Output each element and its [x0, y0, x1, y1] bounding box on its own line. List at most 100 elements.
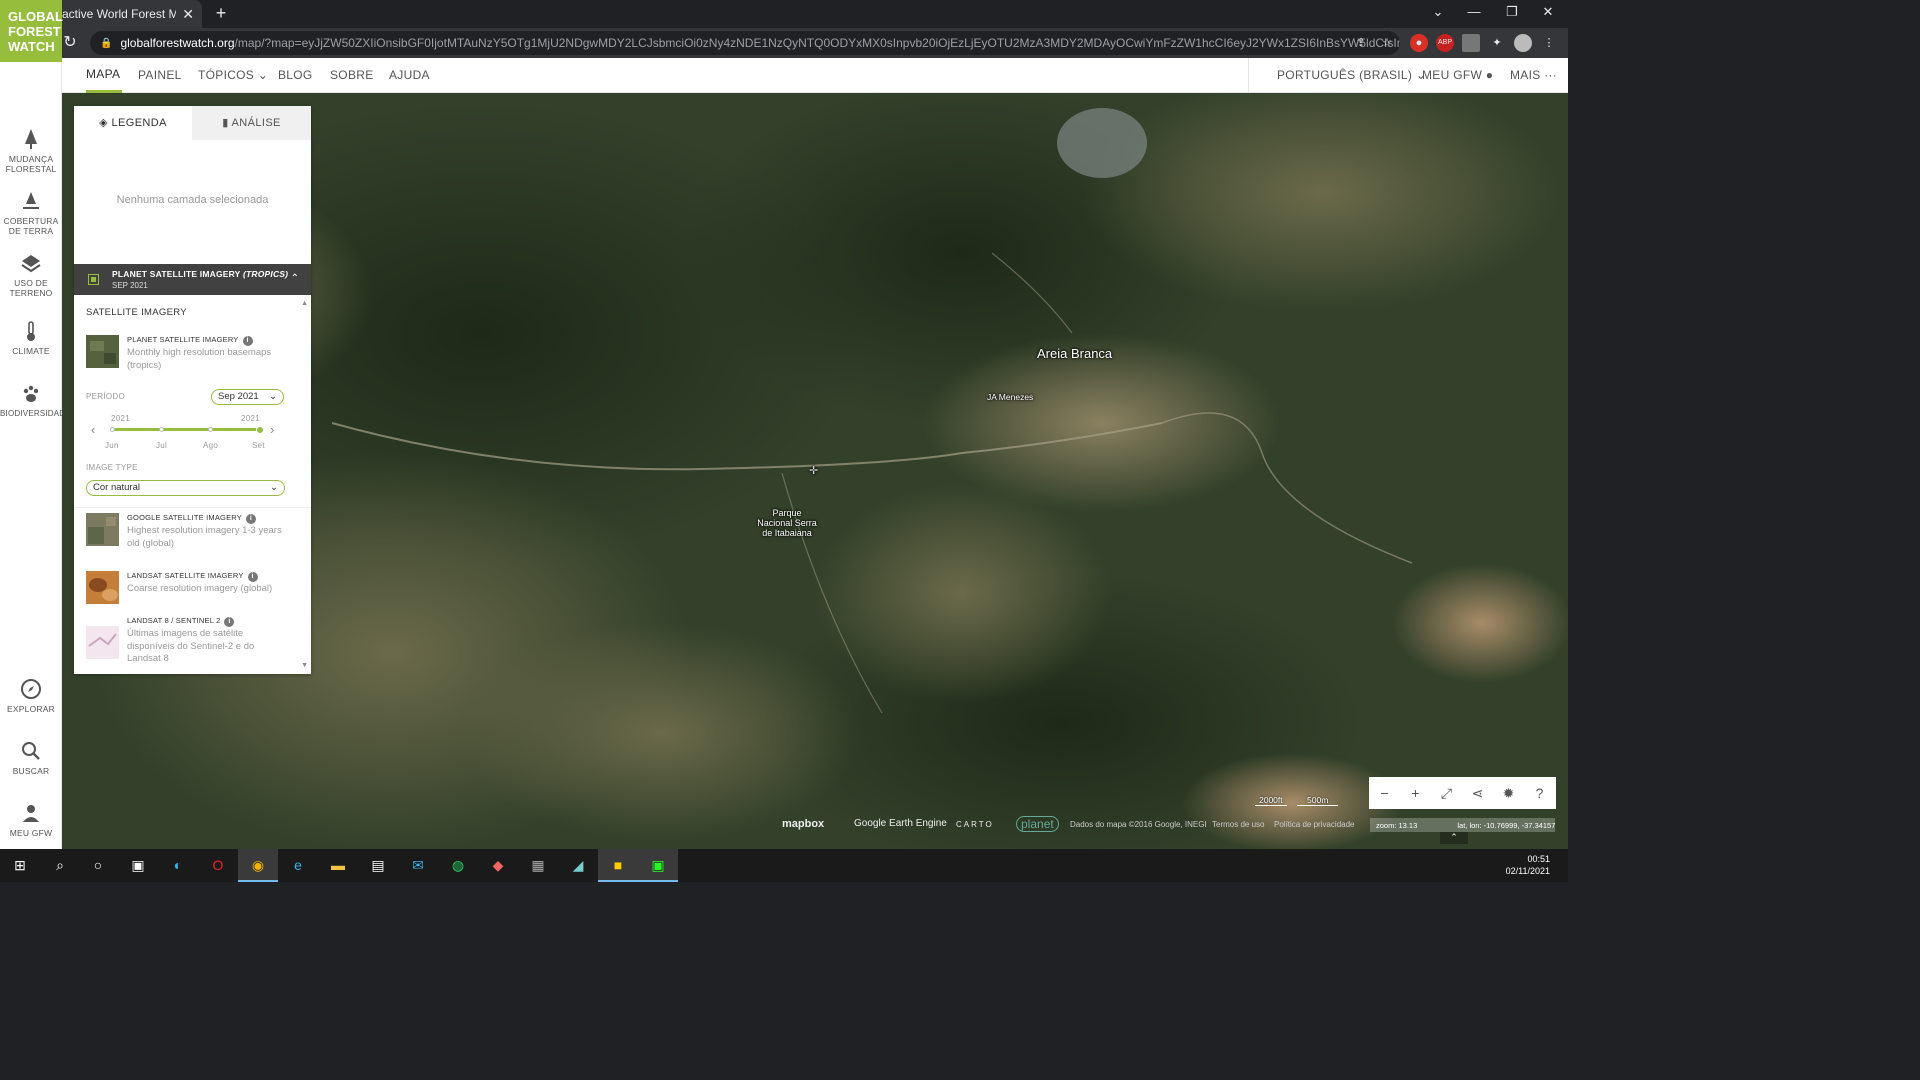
tab-legend[interactable]: ◈ LEGENDA — [74, 106, 192, 140]
zoom-out-button[interactable]: − — [1369, 777, 1400, 809]
opera-icon[interactable]: O — [198, 849, 238, 882]
browser-menu-icon[interactable]: ⋮ — [1540, 34, 1558, 52]
period-select[interactable]: Sep 2021 ⌄ — [211, 389, 284, 405]
info-icon[interactable]: i — [224, 617, 235, 627]
store-icon[interactable]: ▤ — [358, 849, 398, 882]
scroll-up-icon[interactable]: ▲ — [301, 300, 308, 307]
minimize-window-button[interactable]: — — [1462, 4, 1486, 19]
edge-icon[interactable]: ◐ — [158, 849, 198, 882]
nav-ajuda[interactable]: AJUDA — [389, 58, 430, 93]
info-icon[interactable]: i — [245, 514, 256, 524]
timeline-dot[interactable] — [208, 427, 214, 432]
zoom-in-button[interactable]: + — [1400, 777, 1431, 809]
bookmark-star-icon[interactable]: ☆ — [1378, 34, 1396, 52]
mail-icon[interactable]: ✉ — [398, 849, 438, 882]
nav-painel[interactable]: PAINEL — [138, 58, 182, 93]
address-bar[interactable]: 🔒 globalforestwatch.org /map/?map=eyJjZW… — [90, 31, 1400, 55]
scroll-down-icon[interactable]: ▼ — [301, 662, 308, 669]
bar-chart-icon: ▮ — [222, 117, 229, 129]
whatsapp-icon[interactable]: ◍ — [438, 849, 478, 882]
help-icon[interactable]: ? — [1524, 777, 1555, 809]
layer-option-google[interactable]: GOOGLE SATELLITE IMAGERY i Highest resolu… — [86, 513, 301, 553]
sidebar-item-forest-change[interactable]: MUDANÇA FLORESTAL — [0, 128, 62, 174]
google-earth-engine-logo[interactable]: Google Earth Engine — [854, 818, 947, 829]
nav-topicos-label: TÓPICOS — [198, 68, 255, 82]
sidebar-explore-button[interactable]: EXPLORAR — [0, 678, 62, 714]
mapbox-logo[interactable]: mapbox — [782, 818, 824, 830]
expand-chevron-icon[interactable]: ⌃ — [1440, 832, 1468, 844]
my-gfw-link[interactable]: MEU GFW ● — [1422, 58, 1493, 93]
new-tab-button[interactable]: + — [210, 3, 232, 24]
close-window-button[interactable]: ✕ — [1536, 4, 1560, 20]
nav-sobre[interactable]: SOBRE — [330, 58, 374, 93]
timeline-dot[interactable] — [109, 427, 115, 432]
reload-icon[interactable]: ↻ — [60, 32, 80, 52]
sidebar-label: MEU GFW — [9, 828, 53, 838]
carto-logo[interactable]: CARTO — [956, 820, 994, 829]
gfw-logo[interactable]: GLOBAL FOREST WATCH — [0, 0, 63, 62]
sidebar-item-land-use[interactable]: USO DE TERRENO — [0, 252, 62, 298]
share-icon[interactable]: ⋖ — [1462, 777, 1493, 809]
extension-grey-icon[interactable] — [1462, 34, 1480, 52]
info-icon[interactable]: i — [242, 336, 253, 346]
close-tab-icon[interactable]: ✕ — [182, 6, 194, 23]
calculator-icon[interactable]: ▦ — [518, 849, 558, 882]
restore-window-button[interactable]: ❐ — [1500, 4, 1524, 20]
nav-topicos[interactable]: TÓPICOS ⌄ — [198, 58, 268, 93]
image-type-select[interactable]: Cor natural ⌄ — [86, 480, 285, 496]
compass-icon — [21, 679, 41, 699]
sticky-notes-icon[interactable]: ■ — [598, 849, 638, 882]
timeline-dot[interactable] — [158, 427, 164, 432]
info-icon[interactable]: i — [247, 572, 258, 582]
privacy-link[interactable]: Política de privacidade — [1274, 820, 1355, 829]
basemap-checkbox[interactable] — [88, 274, 99, 285]
layer-option-planet[interactable]: PLANET SATELLITE IMAGERY i Monthly high r… — [86, 335, 301, 375]
timeline-month: Jul — [156, 441, 168, 450]
internet-explorer-icon[interactable]: e — [278, 849, 318, 882]
notes-icon[interactable]: ◢ — [558, 849, 598, 882]
settings-gear-icon[interactable]: ✹ — [1493, 777, 1524, 809]
terms-link[interactable]: Termos de uso — [1212, 820, 1264, 829]
adblock-extension-icon[interactable]: ABP — [1436, 34, 1454, 52]
extension-red-icon[interactable]: ● — [1410, 34, 1428, 52]
sidebar-item-climate[interactable]: CLIMATE — [0, 320, 62, 356]
timeline-next-icon[interactable]: › — [270, 422, 274, 437]
nav-blog[interactable]: BLOG — [278, 58, 313, 93]
language-selector[interactable]: PORTUGUÊS (BRASIL) ⌄ — [1277, 58, 1426, 93]
basemap-header[interactable]: PLANET SATELLITE IMAGERY (TROPICS) SEP 2… — [74, 264, 311, 295]
cortana-icon[interactable]: ○ — [78, 849, 118, 882]
profile-avatar-icon[interactable] — [1514, 34, 1532, 52]
sidebar-search-button[interactable]: BUSCAR — [0, 740, 62, 776]
task-view-icon[interactable]: ▣ — [118, 849, 158, 882]
timeline-dot[interactable] — [256, 425, 264, 434]
layer-option-sentinel[interactable]: LANDSAT 8 / SENTINEL 2i Últimas imagens … — [86, 616, 301, 674]
chevron-up-icon[interactable]: ⌃ — [291, 273, 299, 284]
share-page-icon[interactable]: ⇪ — [1352, 34, 1370, 52]
timeline-track[interactable] — [112, 428, 260, 431]
period-value: Sep 2021 — [218, 391, 259, 402]
timeline-prev-icon[interactable]: ‹ — [91, 422, 95, 437]
layer-option-landsat[interactable]: LANDSAT SATELLITE IMAGERY i Coarse resolu… — [86, 571, 301, 611]
section-title: SATELLITE IMAGERY — [86, 307, 187, 318]
sidebar-label: FLORESTAL — [5, 164, 57, 174]
file-explorer-icon[interactable]: ▬ — [318, 849, 358, 882]
nav-mapa[interactable]: MAPA — [86, 58, 122, 93]
pycharm-icon[interactable]: ▣ — [638, 849, 678, 882]
paw-icon — [23, 385, 39, 402]
system-clock[interactable]: 00:51 02/11/2021 — [1506, 853, 1550, 877]
search-icon — [22, 742, 40, 760]
more-menu[interactable]: MAIS ··· — [1510, 58, 1557, 93]
extensions-puzzle-icon[interactable]: ✦ — [1488, 34, 1506, 52]
profile-menu-icon[interactable]: ⌄ — [1426, 4, 1450, 20]
fullscreen-icon[interactable]: ⤢ — [1431, 777, 1462, 809]
windows-start-icon[interactable]: ⊞ — [0, 849, 40, 882]
planet-logo[interactable]: planet — [1016, 816, 1059, 832]
search-icon[interactable]: ⌕ — [40, 849, 80, 882]
tab-analysis[interactable]: ▮ ANÁLISE — [192, 106, 311, 140]
header-divider — [1248, 58, 1249, 93]
chrome-icon[interactable]: ◉ — [238, 849, 278, 882]
sidebar-item-biodiversity[interactable]: BIODIVERSIDADE — [0, 383, 71, 419]
sidebar-item-land-cover[interactable]: COBERTURA DE TERRA — [0, 190, 62, 236]
sidebar-my-gfw-button[interactable]: MEU GFW — [0, 802, 62, 838]
app-icon[interactable]: ◆ — [478, 849, 518, 882]
